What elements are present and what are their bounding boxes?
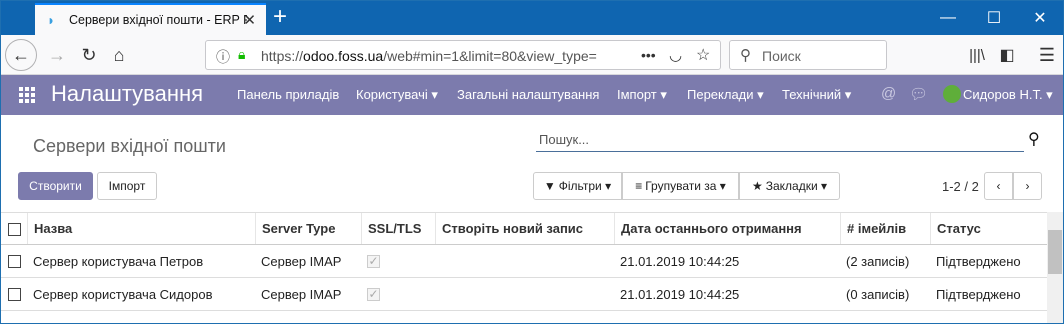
- menu-general-settings[interactable]: Загальні налаштування: [457, 87, 599, 102]
- group-by-label: Групувати за ▾: [645, 179, 726, 193]
- minimize-button[interactable]: —: [925, 1, 971, 35]
- column-header-server-type[interactable]: Server Type: [255, 213, 361, 244]
- title-bar: ◗ Сервери вхідної пошти - ERP F ✕ + — ☐ …: [1, 1, 1063, 35]
- library-icon[interactable]: |||\: [961, 39, 993, 71]
- row-checkbox[interactable]: [8, 255, 21, 268]
- search-icon[interactable]: ⚲: [1028, 129, 1040, 149]
- browser-tab[interactable]: ◗ Сервери вхідної пошти - ERP F ✕: [35, 3, 266, 35]
- select-all-checkbox[interactable]: [8, 223, 21, 236]
- scrollbar-thumb[interactable]: [1048, 230, 1062, 274]
- search-placeholder: Пошук...: [539, 132, 590, 147]
- page-title: Сервери вхідної пошти: [33, 136, 226, 156]
- group-by-button[interactable]: ≡ Групувати за ▾: [622, 172, 739, 200]
- menu-translations[interactable]: Переклади ▾: [687, 87, 764, 103]
- sidebar-icon[interactable]: ◧: [991, 39, 1023, 71]
- cell-last-fetch: 21.01.2019 10:44:25: [620, 253, 740, 269]
- bookmark-star-icon[interactable]: ☆: [696, 45, 710, 65]
- column-header-name[interactable]: Назва: [27, 213, 255, 244]
- menu-icon[interactable]: ☰: [1031, 39, 1063, 71]
- cell-emails[interactable]: (2 записів): [840, 245, 930, 277]
- pager-previous-button[interactable]: ‹: [984, 172, 1013, 200]
- browser-window: ◗ Сервери вхідної пошти - ERP F ✕ + — ☐ …: [0, 0, 1064, 324]
- cell-ssl: ✓: [361, 278, 435, 310]
- table-row[interactable]: Сервер користувача Петров Сервер IMAP ✓ …: [1, 245, 1047, 278]
- home-button[interactable]: ⌂: [103, 39, 135, 71]
- pocket-icon[interactable]: ◡: [669, 46, 682, 64]
- close-tab-icon[interactable]: ✕: [243, 11, 256, 29]
- url-bar[interactable]: ⓘ 🔒︎ https://odoo.foss.ua/web#min=1&limi…: [205, 40, 721, 70]
- page-actions-icon[interactable]: •••: [641, 47, 656, 63]
- favorites-label: Закладки ▾: [765, 179, 828, 193]
- cell-status: Підтверджено: [936, 286, 1021, 302]
- info-icon[interactable]: ⓘ: [216, 47, 230, 67]
- cell-emails[interactable]: (0 записів): [840, 278, 930, 310]
- menu-technical[interactable]: Технічний ▾: [782, 87, 851, 103]
- import-button[interactable]: Імпорт: [97, 172, 157, 200]
- menu-users[interactable]: Користувачі ▾: [356, 87, 438, 103]
- pager-next-button[interactable]: ›: [1013, 172, 1042, 200]
- filters-button[interactable]: ▼ Фільтри ▾: [533, 172, 622, 200]
- cell-server-type: Сервер IMAP: [261, 253, 342, 269]
- apps-grid-icon[interactable]: [19, 87, 35, 103]
- search-icon: ⚲: [740, 47, 751, 64]
- column-header-status[interactable]: Статус: [930, 213, 1047, 244]
- filter-icon: ▼: [543, 179, 556, 193]
- tab-title: Сервери вхідної пошти - ERP F: [69, 13, 247, 27]
- user-menu[interactable]: Сидоров Н.Т. ▾: [963, 87, 1053, 103]
- app-title: Налаштування: [51, 81, 204, 106]
- menu-import[interactable]: Імпорт ▾: [617, 87, 667, 103]
- table-row[interactable]: Сервер користувача Сидоров Сервер IMAP ✓…: [1, 278, 1047, 311]
- avatar[interactable]: [943, 85, 961, 103]
- navigation-bar: ← → ↻ ⌂ ⓘ 🔒︎ https://odoo.foss.ua/web#mi…: [1, 35, 1063, 75]
- cell-last-fetch: 21.01.2019 10:44:25: [620, 286, 740, 302]
- browser-search-placeholder: Поиск: [762, 48, 801, 64]
- star-icon: ★: [751, 179, 763, 193]
- cell-status: Підтверджено: [936, 253, 1021, 269]
- lock-icon: 🔒︎: [238, 46, 246, 62]
- cell-server-type: Сервер IMAP: [261, 286, 342, 302]
- close-window-button[interactable]: ✕: [1017, 1, 1063, 35]
- pager-value[interactable]: 1-2 / 2: [942, 179, 979, 194]
- menu-dashboard[interactable]: Панель приладів: [237, 87, 339, 102]
- chat-icon[interactable]: 💬︎: [909, 85, 928, 103]
- forward-button[interactable]: →: [41, 39, 73, 71]
- create-button[interactable]: Створити: [18, 172, 93, 200]
- url-text[interactable]: https://odoo.foss.ua/web#min=1&limit=80&…: [261, 48, 601, 64]
- records-table: Назва Server Type SSL/TLS Створіть новий…: [1, 212, 1047, 311]
- back-button[interactable]: ←: [5, 39, 37, 71]
- cell-name: Сервер користувача Сидоров: [33, 286, 213, 302]
- odoo-favicon-icon: ◗: [47, 12, 56, 28]
- new-tab-button[interactable]: +: [273, 5, 287, 29]
- column-header-emails[interactable]: # імейлів: [840, 213, 930, 244]
- ssl-checkbox: ✓: [367, 287, 380, 301]
- activity-icon[interactable]: @: [881, 85, 896, 102]
- row-checkbox[interactable]: [8, 288, 21, 301]
- browser-search-field[interactable]: ⚲ Поиск: [729, 40, 887, 70]
- cell-ssl: ✓: [361, 245, 435, 277]
- column-header-last-fetch[interactable]: Дата останнього отримання: [614, 213, 840, 244]
- cell-name: Сервер користувача Петров: [33, 253, 204, 269]
- search-input[interactable]: Пошук... ⚲: [536, 128, 1040, 152]
- ssl-checkbox: ✓: [367, 254, 380, 268]
- filters-label: Фільтри ▾: [558, 179, 612, 193]
- column-header-ssl[interactable]: SSL/TLS: [361, 213, 435, 244]
- app-header: Налаштування Панель приладів Користувачі…: [1, 75, 1063, 115]
- reload-button[interactable]: ↻: [73, 39, 105, 71]
- bars-icon: ≡: [635, 179, 643, 193]
- maximize-button[interactable]: ☐: [971, 1, 1017, 35]
- column-header-create[interactable]: Створіть новий запис: [435, 213, 614, 244]
- table-header: Назва Server Type SSL/TLS Створіть новий…: [1, 212, 1047, 245]
- favorites-button[interactable]: ★ Закладки ▾: [739, 172, 840, 200]
